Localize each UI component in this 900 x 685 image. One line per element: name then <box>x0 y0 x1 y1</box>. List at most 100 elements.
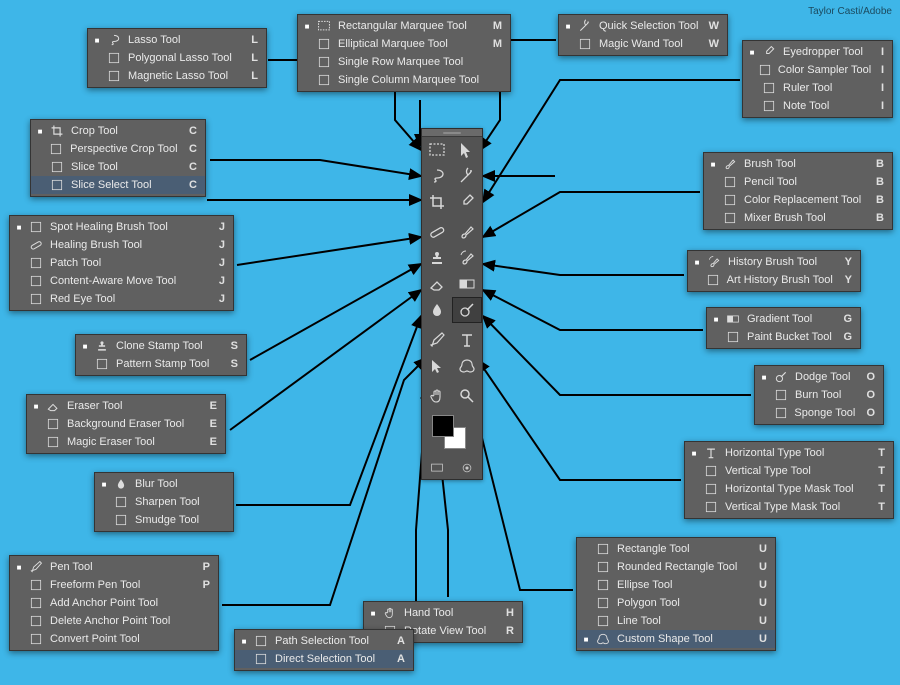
brush-tool[interactable] <box>452 219 482 245</box>
flyout-lasso: ■Lasso ToolLPolygonal Lasso ToolLMagneti… <box>87 28 267 88</box>
tool-option-crop-2[interactable]: Slice ToolC <box>31 158 205 176</box>
tool-option-pen-1[interactable]: Freeform Pen ToolP <box>10 576 218 594</box>
tool-option-dodge-0[interactable]: ■Dodge ToolO <box>755 368 883 386</box>
tool-option-pathsel-1[interactable]: Direct Selection ToolA <box>235 650 413 668</box>
tool-label: Blur Tool <box>135 478 205 490</box>
eyedropper-tool[interactable] <box>452 189 482 215</box>
tool-option-lasso-0[interactable]: ■Lasso ToolL <box>88 31 266 49</box>
tool-option-marquee-3[interactable]: Single Column Marquee Tool <box>298 71 510 89</box>
shortcut-key: J <box>211 293 225 305</box>
tool-option-quickselect-0[interactable]: ■Quick Selection ToolW <box>559 17 727 35</box>
tool-option-pen-4[interactable]: Convert Point Tool <box>10 630 218 648</box>
tool-option-crop-0[interactable]: ■Crop ToolC <box>31 122 205 140</box>
tool-label: Crop Tool <box>71 125 177 137</box>
path-selection-tool[interactable] <box>422 353 452 379</box>
tool-option-eyedropper-0[interactable]: ■Eyedropper ToolI <box>743 43 892 61</box>
shortcut-key: Y <box>838 256 852 268</box>
tool-option-history-1[interactable]: Art History Brush ToolY <box>688 271 860 289</box>
tool-option-shape-1[interactable]: Rounded Rectangle ToolU <box>577 558 775 576</box>
tool-option-stamp-0[interactable]: ■Clone Stamp ToolS <box>76 337 246 355</box>
tool-option-crop-1[interactable]: Perspective Crop ToolC <box>31 140 205 158</box>
tool-option-blur-1[interactable]: Sharpen Tool <box>95 493 233 511</box>
tool-option-lasso-2[interactable]: Magnetic Lasso ToolL <box>88 67 266 85</box>
pen-tool[interactable] <box>422 327 452 353</box>
tool-label: Rounded Rectangle Tool <box>617 561 747 573</box>
tool-option-eyedropper-1[interactable]: Color Sampler ToolI <box>743 61 892 79</box>
tool-option-gradient-0[interactable]: ■Gradient ToolG <box>707 310 860 328</box>
flyout-crop: ■ Crop Tool CPerspective Crop ToolCSlice T… <box>30 119 206 197</box>
eraser-tool[interactable] <box>422 271 452 297</box>
tool-option-marquee-0[interactable]: ■Rectangular Marquee ToolM <box>298 17 510 35</box>
hand-tool[interactable] <box>422 383 452 409</box>
tool-option-healing-2[interactable]: Patch ToolJ <box>10 254 233 272</box>
tool-option-marquee-1[interactable]: Elliptical Marquee ToolM <box>298 35 510 53</box>
tool-option-history-0[interactable]: ■History Brush ToolY <box>688 253 860 271</box>
tool-option-eraser-1[interactable]: Background Eraser ToolE <box>27 415 225 433</box>
tool-option-marquee-2[interactable]: Single Row Marquee Tool <box>298 53 510 71</box>
tool-option-pen-3[interactable]: Delete Anchor Point Tool <box>10 612 218 630</box>
lasso-icon <box>106 33 122 47</box>
tool-option-type-0[interactable]: ■Horizontal Type ToolT <box>685 444 893 462</box>
tool-option-lasso-1[interactable]: Polygonal Lasso ToolL <box>88 49 266 67</box>
toolbar-grip[interactable] <box>422 129 482 137</box>
crop-tool[interactable] <box>422 189 452 215</box>
tool-option-eyedropper-2[interactable]: Ruler ToolI <box>743 79 892 97</box>
tool-option-shape-3[interactable]: Polygon ToolU <box>577 594 775 612</box>
foreground-color-swatch[interactable] <box>432 415 454 437</box>
flyout-pen: ■Pen ToolPFreeform Pen ToolPAdd Anchor P… <box>9 555 219 651</box>
tool-option-healing-0[interactable]: ■Spot Healing Brush ToolJ <box>10 218 233 236</box>
tool-option-type-1[interactable]: Vertical Type ToolT <box>685 462 893 480</box>
tool-option-type-3[interactable]: Vertical Type Mask ToolT <box>685 498 893 516</box>
tool-option-eraser-2[interactable]: Magic Eraser ToolE <box>27 433 225 451</box>
flyout-stamp: ■Clone Stamp ToolSPattern Stamp ToolS <box>75 334 247 376</box>
tool-option-blur-2[interactable]: Smudge Tool <box>95 511 233 529</box>
tool-option-quickselect-1[interactable]: Magic Wand ToolW <box>559 35 727 53</box>
marquee-tool[interactable] <box>422 137 452 163</box>
shortcut-key: S <box>224 358 238 370</box>
zoom-tool[interactable] <box>452 383 482 409</box>
quick-selection-tool[interactable] <box>452 163 482 189</box>
tool-option-crop-3[interactable]: Slice Select ToolC <box>31 176 205 194</box>
tool-option-brush-0[interactable]: ■Brush ToolB <box>704 155 892 173</box>
tool-option-eyedropper-3[interactable]: Note ToolI <box>743 97 892 115</box>
eyedropper-icon <box>761 45 777 59</box>
blur-tool[interactable] <box>422 297 452 323</box>
active-dot: ■ <box>37 127 43 136</box>
shortcut-key: C <box>184 143 197 155</box>
quick-mask-icon[interactable] <box>452 457 482 479</box>
tool-option-dodge-2[interactable]: Sponge ToolO <box>755 404 883 422</box>
history-brush-tool[interactable] <box>452 245 482 271</box>
stamp-tool[interactable] <box>422 245 452 271</box>
move-tool[interactable] <box>452 137 482 163</box>
shape-tool[interactable] <box>452 353 482 379</box>
mag-lasso-icon <box>106 69 122 83</box>
tool-option-brush-2[interactable]: Color Replacement ToolB <box>704 191 892 209</box>
active-dot: ■ <box>710 160 716 169</box>
dodge-tool[interactable] <box>452 297 482 323</box>
tool-option-eraser-0[interactable]: ■Eraser ToolE <box>27 397 225 415</box>
tool-option-hand-0[interactable]: ■Hand ToolH <box>364 604 522 622</box>
healing-tool[interactable] <box>422 219 452 245</box>
type-tool[interactable] <box>452 327 482 353</box>
tool-option-pathsel-0[interactable]: ■Path Selection ToolA <box>235 632 413 650</box>
tool-option-shape-2[interactable]: Ellipse ToolU <box>577 576 775 594</box>
tool-option-shape-4[interactable]: Line ToolU <box>577 612 775 630</box>
tool-option-dodge-1[interactable]: Burn ToolO <box>755 386 883 404</box>
tool-option-shape-5[interactable]: ■Custom Shape ToolU <box>577 630 775 648</box>
lasso-tool[interactable] <box>422 163 452 189</box>
tool-option-type-2[interactable]: Horizontal Type Mask ToolT <box>685 480 893 498</box>
tool-option-gradient-1[interactable]: Paint Bucket ToolG <box>707 328 860 346</box>
tool-option-healing-3[interactable]: Content-Aware Move ToolJ <box>10 272 233 290</box>
tool-option-pen-0[interactable]: ■Pen ToolP <box>10 558 218 576</box>
tool-option-healing-1[interactable]: Healing Brush ToolJ <box>10 236 233 254</box>
tool-option-brush-3[interactable]: Mixer Brush ToolB <box>704 209 892 227</box>
tool-label: History Brush Tool <box>728 256 832 268</box>
tool-option-brush-1[interactable]: Pencil ToolB <box>704 173 892 191</box>
screen-mode-icon[interactable] <box>422 457 452 479</box>
tool-option-pen-2[interactable]: Add Anchor Point Tool <box>10 594 218 612</box>
gradient-tool[interactable] <box>452 271 482 297</box>
tool-option-stamp-1[interactable]: Pattern Stamp ToolS <box>76 355 246 373</box>
tool-option-healing-4[interactable]: Red Eye ToolJ <box>10 290 233 308</box>
tool-option-blur-0[interactable]: ■Blur Tool <box>95 475 233 493</box>
tool-option-shape-0[interactable]: Rectangle ToolU <box>577 540 775 558</box>
